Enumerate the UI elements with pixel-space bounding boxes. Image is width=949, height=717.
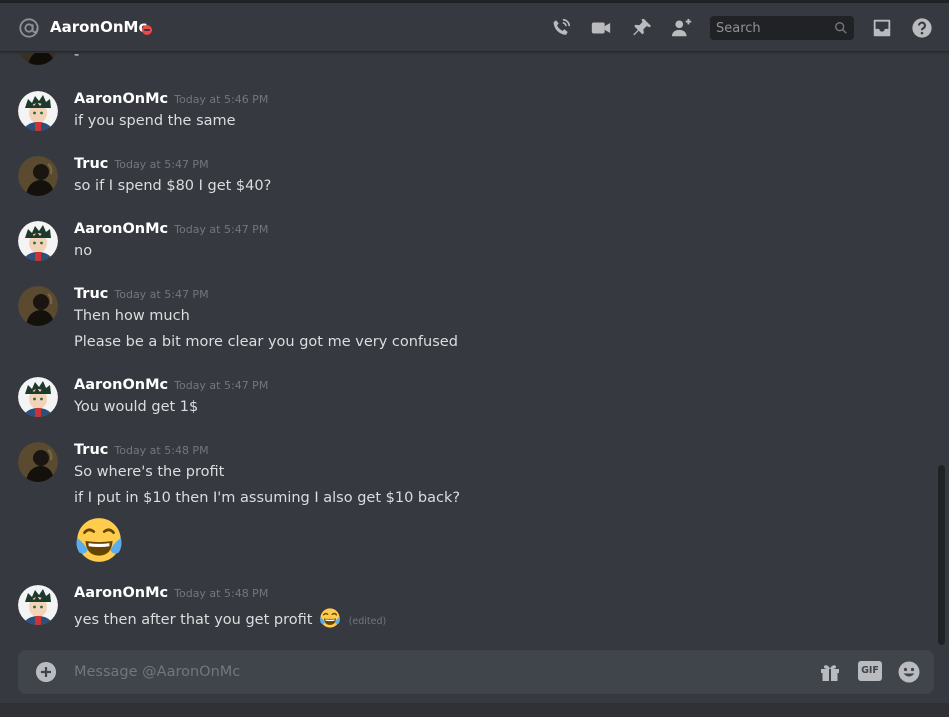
message-text: So where's the profit (74, 464, 225, 480)
emoji-icon[interactable] (897, 660, 921, 684)
at-icon (19, 18, 39, 38)
avatar[interactable] (18, 377, 58, 417)
avatar[interactable] (18, 286, 58, 326)
video-call-icon[interactable] (590, 17, 612, 39)
search-icon[interactable] (834, 21, 848, 35)
pin-icon[interactable] (631, 17, 653, 39)
message-author[interactable]: AaronOnMc Today at 5:48 PM (74, 585, 268, 601)
message-timestamp: Today at 5:47 PM (174, 379, 269, 392)
message-list: - AaronOnMc Today at 5:46 PM if you spend… (0, 53, 938, 643)
message-author[interactable]: AaronOnMc Today at 5:46 PM (74, 91, 268, 107)
add-friend-icon[interactable] (671, 17, 693, 39)
author-name[interactable]: AaronOnMc (74, 377, 168, 393)
message-author[interactable]: Truc Today at 5:47 PM (74, 156, 209, 172)
gift-icon[interactable] (818, 660, 842, 684)
message-composer: GIF (18, 650, 934, 694)
message-author[interactable]: Truc Today at 5:47 PM (74, 286, 209, 302)
author-name[interactable]: Truc (74, 156, 108, 172)
inbox-icon[interactable] (871, 17, 893, 39)
help-icon[interactable] (911, 17, 933, 39)
channel-header: AaronOnMc (0, 3, 949, 52)
message-author[interactable]: AaronOnMc Today at 5:47 PM (74, 221, 268, 237)
author-name[interactable]: Truc (74, 286, 108, 302)
message-text: You would get 1$ (74, 399, 199, 415)
message-text: Then how much (74, 308, 190, 324)
search-bar[interactable] (710, 16, 854, 40)
author-name[interactable]: AaronOnMc (74, 91, 168, 107)
dnd-status-icon (142, 25, 152, 35)
avatar[interactable] (18, 156, 58, 196)
message-text: Please be a bit more clear you got me ve… (74, 334, 458, 350)
scrollbar-thumb[interactable] (938, 465, 945, 645)
message-text: so if I spend $80 I get $40? (74, 178, 272, 194)
message-text: yes then after that you get profit (edit… (74, 607, 386, 629)
message-text: - (74, 53, 80, 63)
joy-emoji (320, 608, 340, 628)
search-input[interactable] (710, 16, 830, 40)
message-timestamp: Today at 5:46 PM (174, 93, 269, 106)
gif-button[interactable]: GIF (858, 661, 882, 681)
author-name[interactable]: Truc (74, 442, 108, 458)
message-text: if you spend the same (74, 113, 236, 129)
window-bottom-border (0, 703, 949, 717)
avatar[interactable] (18, 53, 58, 65)
edited-label: (edited) (348, 616, 387, 627)
message-text-content: yes then after that you get profit (74, 612, 313, 628)
message-input[interactable] (74, 650, 674, 694)
message-text: if I put in $10 then I'm assuming I also… (74, 490, 461, 506)
voice-call-icon[interactable] (550, 17, 572, 39)
message-timestamp: Today at 5:47 PM (114, 158, 209, 171)
avatar[interactable] (18, 585, 58, 625)
message-author[interactable]: AaronOnMc Today at 5:47 PM (74, 377, 268, 393)
channel-title: AaronOnMc (50, 18, 148, 36)
message-timestamp: Today at 5:48 PM (114, 444, 209, 457)
message-timestamp: Today at 5:48 PM (174, 587, 269, 600)
message-text: no (74, 243, 93, 259)
joy-emoji (76, 518, 122, 562)
avatar[interactable] (18, 91, 58, 131)
author-name[interactable]: AaronOnMc (74, 585, 168, 601)
avatar[interactable] (18, 442, 58, 482)
message-timestamp: Today at 5:47 PM (174, 223, 269, 236)
plus-icon[interactable] (36, 662, 56, 682)
author-name[interactable]: AaronOnMc (74, 221, 168, 237)
avatar[interactable] (18, 221, 58, 261)
message-timestamp: Today at 5:47 PM (114, 288, 209, 301)
message-author[interactable]: Truc Today at 5:48 PM (74, 442, 209, 458)
